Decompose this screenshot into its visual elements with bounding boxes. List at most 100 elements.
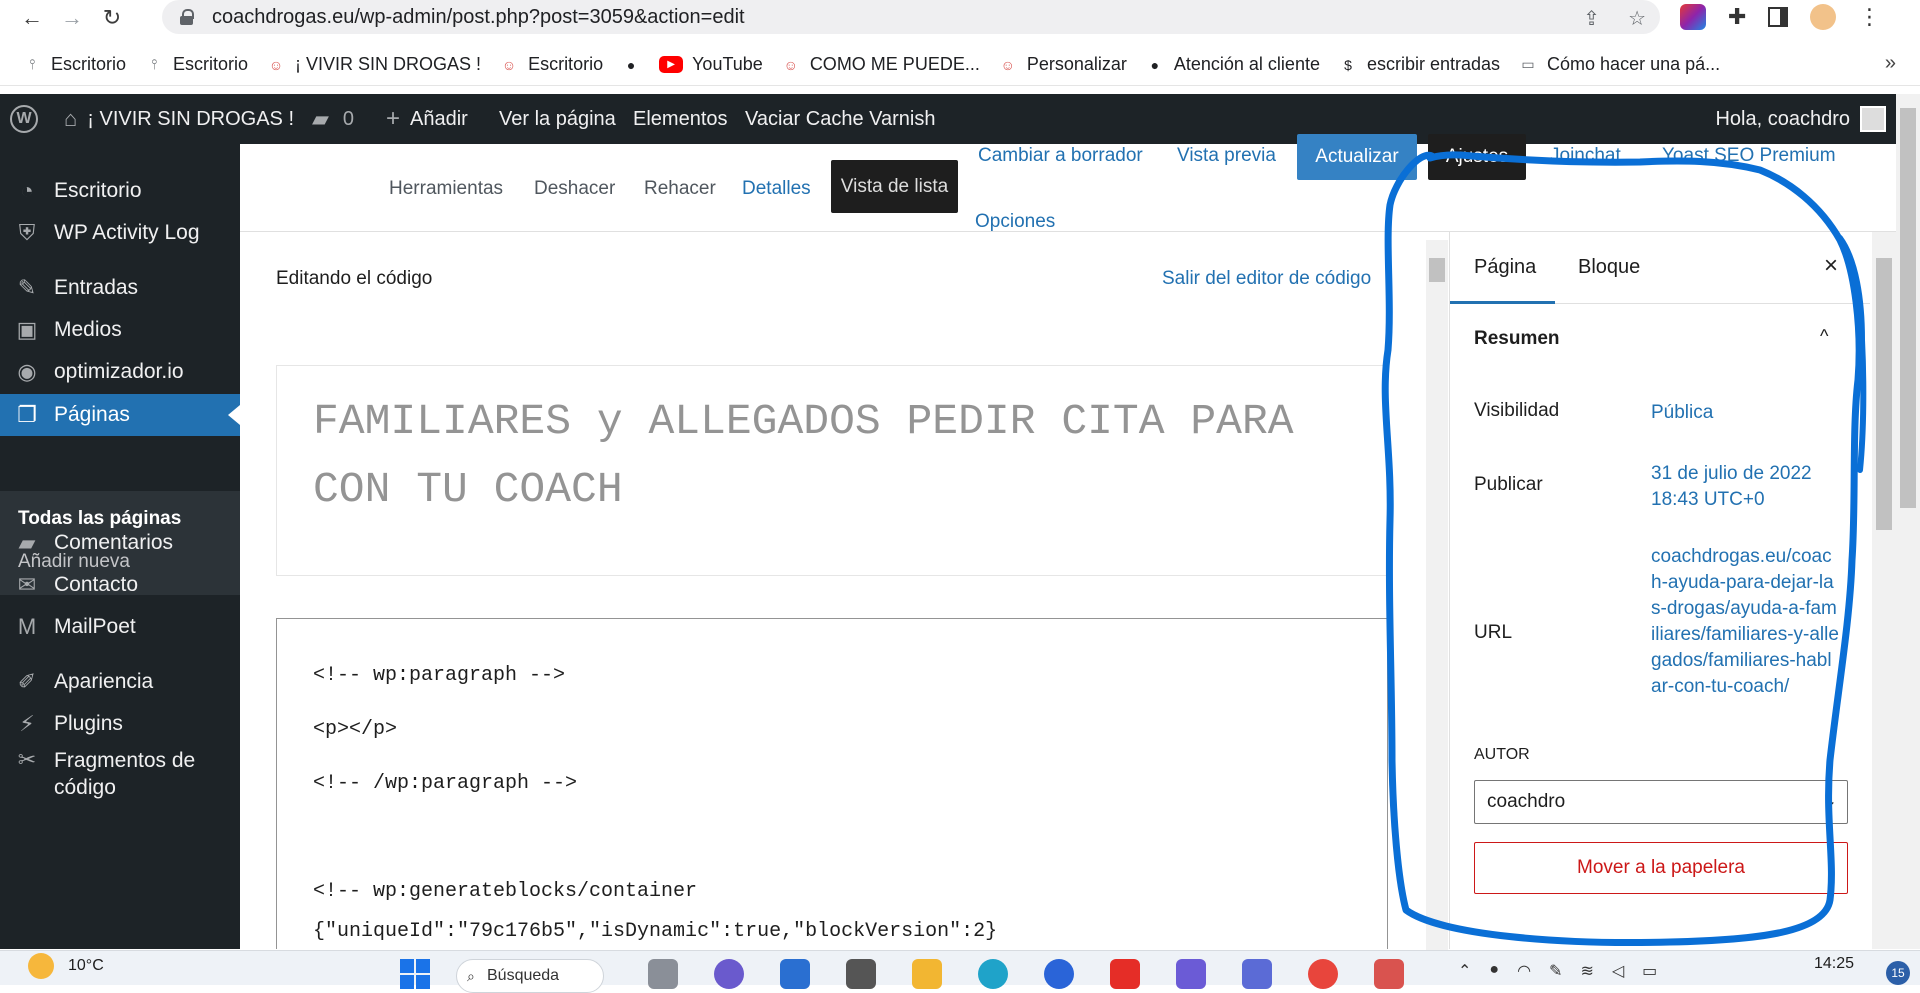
redo-button[interactable]: Rehacer: [644, 178, 716, 200]
taskbar-search[interactable]: ⌕ Búsqueda: [456, 959, 604, 993]
bookmark-item[interactable]: ⫯ Escritorio: [144, 54, 248, 75]
bookmark-label: Cómo hacer una pá...: [1547, 54, 1721, 74]
site-name-link[interactable]: ⌂ ¡ VIVIR SIN DROGAS !: [64, 106, 294, 132]
reload-icon[interactable]: ↻: [92, 0, 132, 36]
network-icon[interactable]: ◠: [1517, 961, 1531, 981]
chevron-up-icon[interactable]: ⌃: [1458, 961, 1471, 981]
share-icon[interactable]: ⇪: [1583, 6, 1600, 31]
comments-link[interactable]: ▰ 0: [312, 106, 354, 132]
wp-pin-icon: ⫯: [150, 56, 158, 72]
globe-icon: ●: [1150, 56, 1160, 73]
editor-scrollbar[interactable]: [1426, 240, 1448, 950]
tab-block[interactable]: Bloque: [1578, 256, 1640, 279]
sidebar-item-p-ginas[interactable]: ❐ Páginas: [0, 394, 240, 436]
back-icon[interactable]: ←: [12, 0, 52, 36]
preview-button[interactable]: Vista previa: [1177, 145, 1276, 167]
wp-logo-icon[interactable]: W: [10, 105, 38, 133]
sidebar-item-escritorio[interactable]: ◔ Escritorio: [0, 172, 240, 210]
view-page-link[interactable]: Ver la página: [499, 108, 616, 131]
bookmark-item[interactable]: ⫯ Escritorio: [22, 54, 126, 75]
address-bar[interactable]: coachdrogas.eu/wp-admin/post.php?post=30…: [162, 0, 1660, 34]
kebab-menu-icon[interactable]: ⋮: [1858, 4, 1880, 30]
undo-button[interactable]: Deshacer: [534, 178, 615, 200]
tray-app-icon[interactable]: ●: [1489, 961, 1499, 981]
list-view-button[interactable]: Vista de lista: [831, 160, 958, 213]
visibility-value[interactable]: Pública: [1651, 400, 1836, 426]
sidebar-item-optimizador-io[interactable]: ◉ optimizador.io: [0, 353, 240, 391]
title-line: CON TU COACH: [313, 465, 623, 514]
publish-label: Publicar: [1474, 474, 1543, 495]
extension-icon[interactable]: [1680, 4, 1706, 30]
sidebar-item-wp-activity-log[interactable]: ⛨ WP Activity Log: [0, 214, 240, 252]
bookmark-item[interactable]: ▭ Cómo hacer una pá...: [1518, 54, 1720, 75]
update-button[interactable]: Actualizar: [1297, 134, 1417, 180]
lock-icon[interactable]: [180, 9, 194, 25]
sidebar-item-apariencia[interactable]: ✐ Apariencia: [0, 663, 240, 701]
joinchat-button[interactable]: Joinchat: [1550, 145, 1621, 167]
sidebar-item-label: Comentarios: [54, 531, 174, 554]
wifi-icon[interactable]: ≋: [1580, 961, 1593, 981]
options-button[interactable]: Opciones: [975, 211, 1055, 233]
yoast-button[interactable]: Yoast SEO Premium: [1662, 145, 1836, 167]
pen-icon[interactable]: ✎: [1549, 961, 1562, 981]
battery-icon[interactable]: ▭: [1642, 961, 1657, 981]
sidebar-item-mailpoet[interactable]: M MailPoet: [0, 608, 240, 646]
sidebar-item-contacto[interactable]: ✉ Contacto: [0, 566, 240, 604]
more-bookmarks-icon[interactable]: »: [1885, 52, 1896, 75]
publish-date-value[interactable]: 31 de julio de 2022 18:43 UTC+0: [1651, 461, 1851, 513]
post-title-input[interactable]: FAMILIARES y ALLEGADOS PEDIR CITA PARA C…: [276, 365, 1388, 576]
sidebar-item-fragmentos-de-c-digo[interactable]: ✂ Fragmentos de código: [0, 747, 240, 803]
volume-icon[interactable]: ◁: [1612, 961, 1624, 981]
tab-page[interactable]: Página: [1474, 256, 1536, 279]
close-icon[interactable]: ×: [1824, 252, 1838, 280]
profile-avatar[interactable]: [1810, 4, 1837, 30]
bookmark-label: Atención al cliente: [1173, 54, 1320, 74]
chevron-up-icon[interactable]: ^: [1820, 326, 1828, 347]
elements-link[interactable]: Elementos: [633, 108, 728, 131]
weather-widget[interactable]: 10°C: [28, 953, 104, 979]
author-select[interactable]: coachdro ⌄: [1474, 780, 1848, 824]
site-favicon-icon: ☺: [268, 56, 284, 73]
account-menu[interactable]: Hola, coachdro: [1715, 94, 1886, 144]
move-to-trash-button[interactable]: Mover a la papelera: [1474, 842, 1848, 894]
page-scrollbar[interactable]: [1896, 94, 1920, 949]
switch-to-draft-button[interactable]: Cambiar a borrador: [978, 145, 1143, 167]
exit-code-editor-button[interactable]: Salir del editor de código: [1162, 268, 1371, 290]
bookmark-item[interactable]: ▶ YouTube: [659, 54, 763, 75]
details-button[interactable]: Detalles: [742, 178, 811, 200]
gauge-icon: ◉: [17, 359, 37, 384]
puzzle-icon[interactable]: ✚: [1728, 4, 1746, 30]
forward-icon[interactable]: →: [52, 0, 92, 36]
system-tray[interactable]: ⌃ ● ◠ ✎ ≋ ◁ ▭: [1458, 961, 1657, 981]
tools-button[interactable]: Herramientas: [389, 178, 503, 200]
laptop-icon: ▭: [1521, 56, 1535, 72]
sidebar-item-label: Medios: [54, 318, 122, 341]
bookmark-item[interactable]: ☺ ¡ VIVIR SIN DROGAS !: [266, 54, 481, 75]
bookmark-item[interactable]: ● Atención al cliente: [1145, 54, 1320, 75]
notification-badge[interactable]: 15: [1886, 961, 1910, 985]
sidebar-item-entradas[interactable]: ✎ Entradas: [0, 269, 240, 307]
url-value[interactable]: coachdrogas.eu/coach-ayuda-para-dejar-la…: [1651, 544, 1841, 700]
code-line: <!-- wp:paragraph -->: [313, 664, 566, 687]
sidebar-item-plugins[interactable]: ⚡ Plugins: [0, 705, 240, 743]
bookmark-item[interactable]: ☺ COMO ME PUEDE...: [781, 54, 980, 75]
summary-heading[interactable]: Resumen: [1474, 328, 1560, 350]
bookmark-item[interactable]: ☺ Escritorio: [499, 54, 603, 75]
search-label: Búsqueda: [487, 967, 560, 984]
code-textarea[interactable]: <!-- wp:paragraph --> <p></p> <!-- /wp:p…: [276, 618, 1388, 949]
sidebar-item-medios[interactable]: ▣ Medios: [0, 311, 240, 349]
url-text[interactable]: coachdrogas.eu/wp-admin/post.php?post=30…: [212, 6, 745, 29]
varnish-link[interactable]: Vaciar Cache Varnish: [745, 108, 935, 131]
settings-scrollbar[interactable]: [1872, 232, 1896, 949]
sidebar-item-label: Entradas: [54, 276, 139, 299]
star-icon[interactable]: ☆: [1628, 6, 1646, 31]
add-new-link[interactable]: + Añadir: [386, 105, 468, 133]
clock[interactable]: 14:25: [1814, 955, 1854, 973]
bookmark-item[interactable]: ☺ Personalizar: [998, 54, 1127, 75]
sidebar-item-comentarios[interactable]: ▰ Comentarios: [0, 524, 240, 562]
settings-button[interactable]: Ajustes: [1428, 134, 1526, 180]
author-value: coachdro: [1487, 791, 1566, 812]
sidepanel-icon[interactable]: [1768, 7, 1789, 27]
bookmark-item[interactable]: $ escribir entradas: [1338, 54, 1500, 75]
bookmark-item[interactable]: ●: [621, 55, 641, 75]
